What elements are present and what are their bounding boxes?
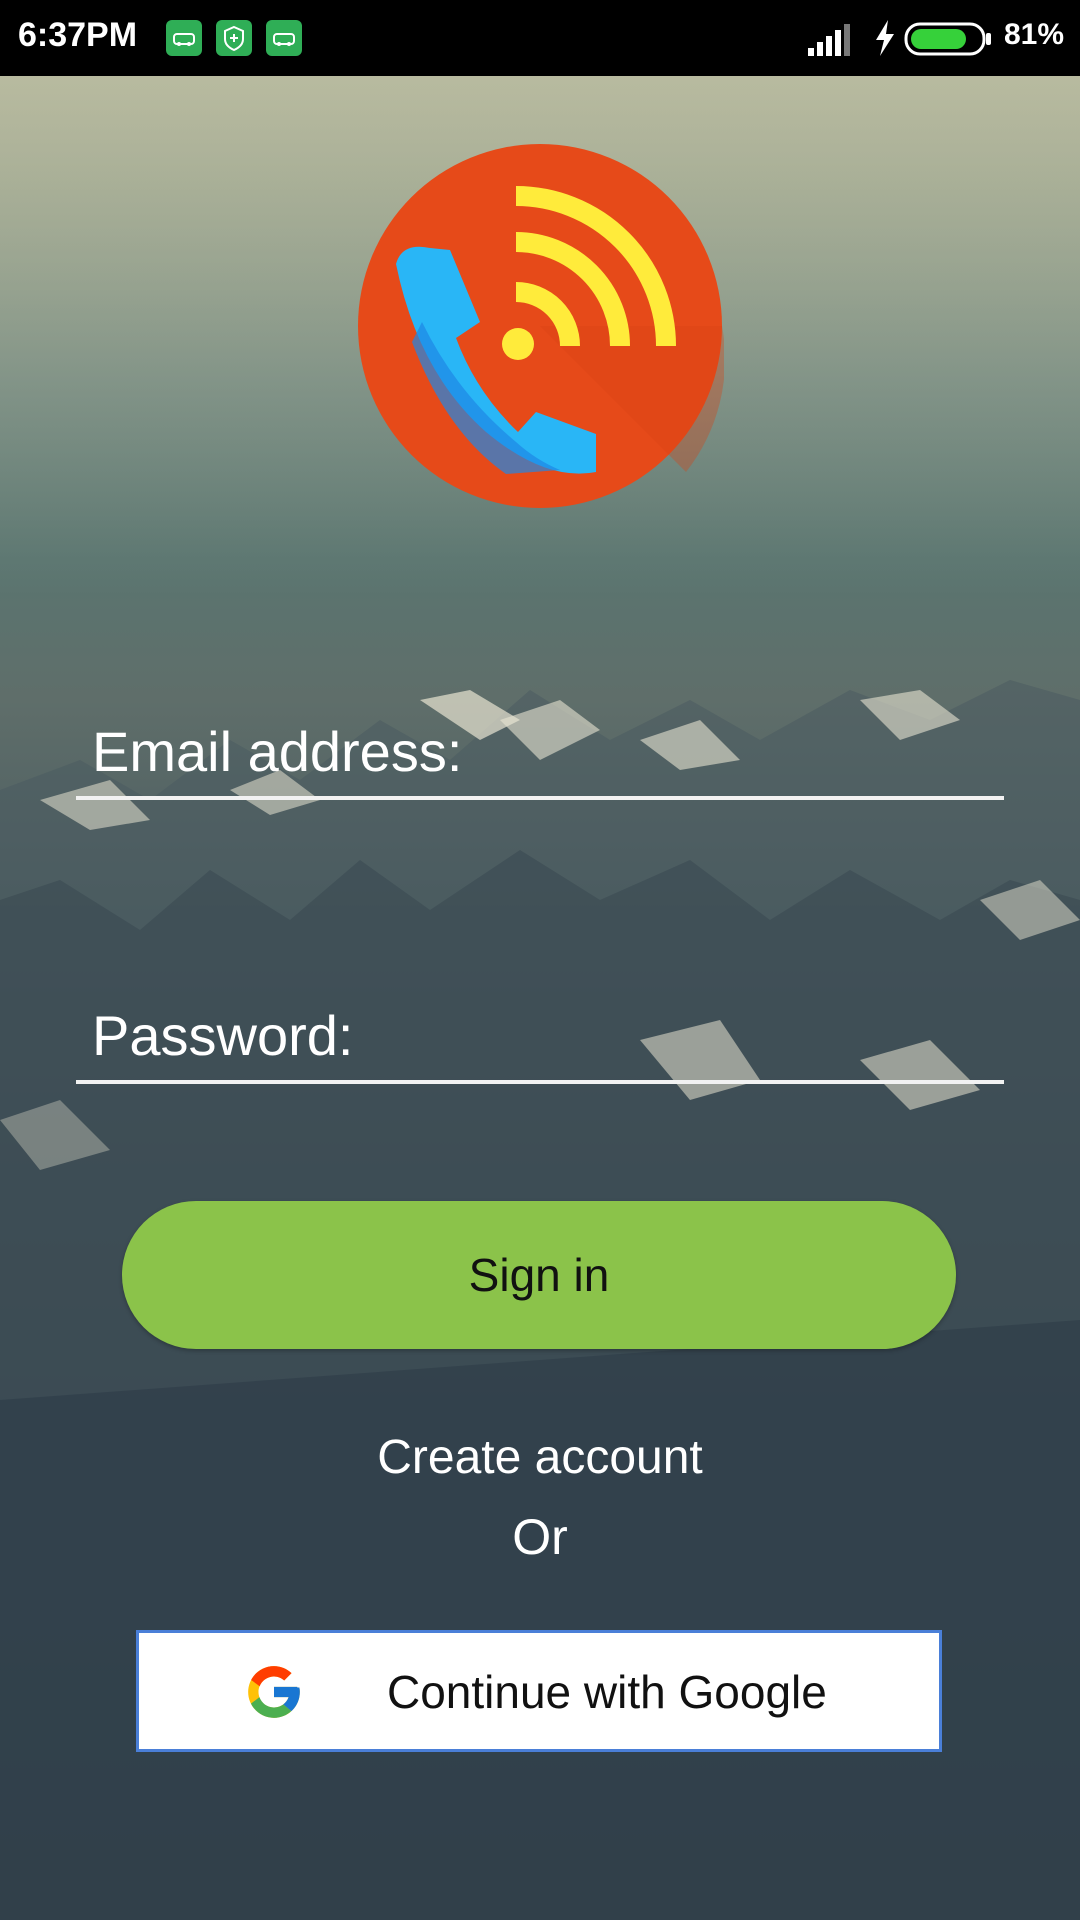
status-bar: 6:37PM 81% — [0, 0, 1080, 76]
login-screen: 6:37PM 81% Email address: Sign in Create… — [0, 0, 1080, 1920]
email-input[interactable] — [76, 706, 1004, 796]
google-g-icon — [248, 1666, 300, 1718]
charging-bolt-icon — [876, 20, 894, 56]
battery-icon — [904, 22, 991, 56]
cell-signal-icon — [808, 24, 850, 56]
or-separator-text: Or — [512, 1509, 568, 1565]
google-button-label: Continue with Google — [387, 1666, 827, 1718]
continue-with-google-button[interactable]: Continue with Google — [136, 1630, 942, 1752]
email-field — [76, 706, 1004, 800]
shield-icon — [216, 20, 252, 56]
car-icon — [266, 20, 302, 56]
sign-in-button[interactable]: Sign in — [122, 1201, 956, 1349]
create-account-link[interactable]: Create account — [0, 1430, 1080, 1485]
status-time: 6:37PM — [18, 16, 138, 54]
phone-broadcast-logo — [358, 144, 724, 508]
car-icon — [166, 20, 202, 56]
password-field — [76, 990, 1004, 1084]
battery-percentage: 81% — [1003, 18, 1064, 51]
password-input[interactable] — [76, 990, 1004, 1080]
sign-in-label: Sign in — [468, 1249, 610, 1301]
email-underline — [76, 796, 1004, 800]
password-underline — [76, 1080, 1004, 1084]
